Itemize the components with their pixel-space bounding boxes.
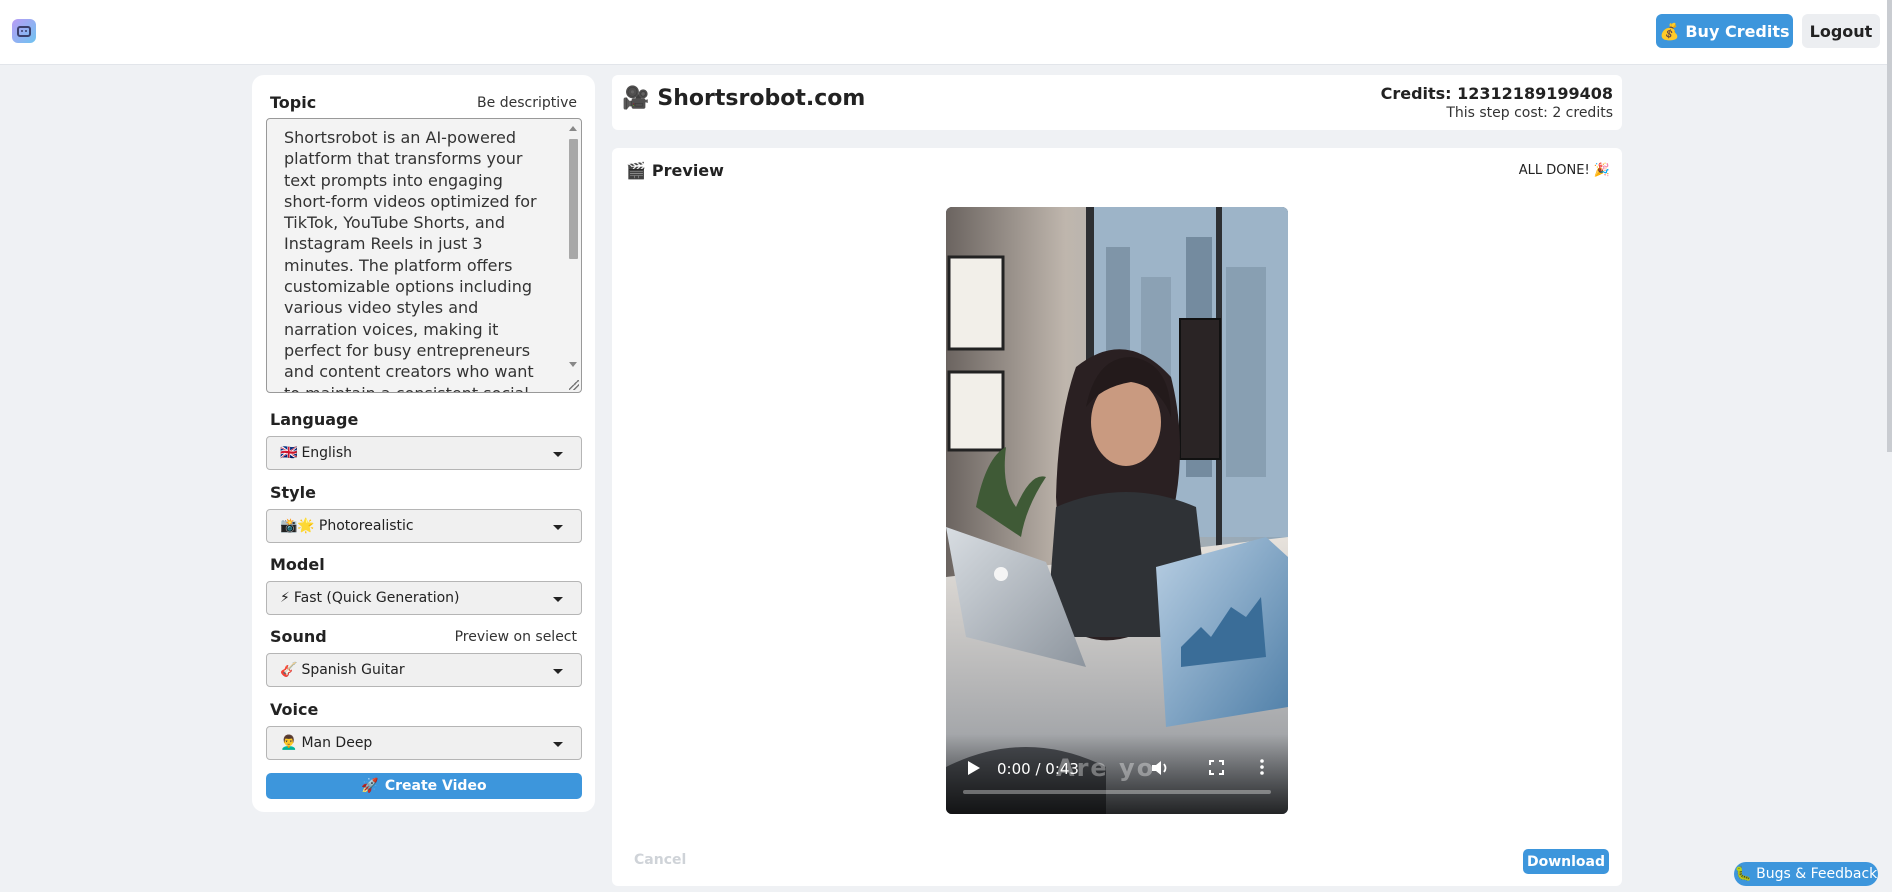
create-video-button[interactable]: 🚀 Create Video [266, 773, 582, 799]
logout-button[interactable]: Logout [1802, 14, 1880, 48]
cancel-button[interactable]: Cancel [634, 852, 686, 868]
play-icon[interactable] [968, 761, 980, 775]
lightning-icon: ⚡ [280, 590, 290, 606]
resize-grip-icon[interactable] [569, 380, 579, 390]
top-bar: 💰 Buy Credits Logout [0, 0, 1892, 65]
model-value: Fast (Quick Generation) [293, 590, 460, 606]
style-label: Style [270, 483, 316, 502]
uk-flag-icon: 🇬🇧 [280, 445, 298, 461]
model-select[interactable]: ⚡ Fast (Quick Generation) [266, 581, 582, 615]
video-progress-bar[interactable] [963, 790, 1271, 794]
site-header-card: 🎥 Shortsrobot.com Credits: 1231218919940… [612, 75, 1622, 130]
preview-card: 🎬 Preview ALL DONE! 🎉 0:00 / 0:43 Are yo… [612, 148, 1622, 886]
scroll-thumb[interactable] [569, 139, 578, 259]
sound-value: Spanish Guitar [301, 662, 405, 678]
bugs-feedback-button[interactable]: 🐛 Bugs & Feedback [1734, 862, 1878, 886]
voice-select[interactable]: 👨‍🦱 Man Deep [266, 726, 582, 760]
credits-balance: Credits: 12312189199408 [1380, 84, 1613, 103]
chevron-down-icon [553, 597, 563, 602]
language-label: Language [270, 410, 359, 429]
style-value: Photorealistic [318, 518, 414, 534]
video-camera-icon: 🎥 [622, 86, 650, 111]
guitar-icon: 🎸 [280, 662, 298, 678]
clapperboard-icon: 🎬 [626, 161, 646, 180]
voice-label: Voice [270, 700, 319, 719]
man-icon: 👨‍🦱 [280, 735, 298, 751]
video-settings-panel: Topic Be descriptive Shortsrobot is an A… [252, 75, 595, 812]
site-title-text: Shortsrobot.com [657, 86, 866, 111]
bug-icon: 🐛 [1734, 866, 1753, 882]
topic-textarea[interactable]: Shortsrobot is an AI-powered platform th… [266, 118, 582, 393]
buy-credits-button[interactable]: 💰 Buy Credits [1656, 14, 1793, 48]
page-scrollbar[interactable] [1887, 0, 1892, 452]
more-options-icon[interactable] [1260, 759, 1264, 775]
buy-credits-label: Buy Credits [1685, 21, 1790, 41]
chevron-down-icon [553, 452, 563, 457]
chevron-down-icon [553, 525, 563, 530]
status-text: ALL DONE! 🎉 [1518, 163, 1610, 178]
voice-value: Man Deep [301, 735, 373, 751]
topic-hint: Be descriptive [477, 95, 577, 111]
video-controls: 0:00 / 0:43 Are yo [946, 734, 1288, 814]
sound-hint: Preview on select [454, 629, 577, 645]
style-select[interactable]: 📸🌟 Photorealistic [266, 509, 582, 543]
video-caption: Are yo [1056, 754, 1156, 782]
sound-label: Sound [270, 627, 327, 646]
language-select[interactable]: 🇬🇧 English [266, 436, 582, 470]
scroll-down-icon[interactable] [569, 362, 577, 367]
topic-text: Shortsrobot is an AI-powered platform th… [284, 128, 537, 392]
app-logo-icon[interactable] [12, 19, 36, 43]
video-frame-image [946, 207, 1288, 814]
preview-title-text: Preview [651, 161, 724, 180]
volume-icon[interactable] [1151, 760, 1169, 776]
site-title: 🎥 Shortsrobot.com [622, 86, 865, 111]
chevron-down-icon [553, 742, 563, 747]
money-bag-icon: 💰 [1659, 21, 1680, 41]
topic-label: Topic [270, 93, 317, 112]
camera-star-icon: 📸🌟 [280, 518, 315, 534]
model-label: Model [270, 555, 325, 574]
chevron-down-icon [553, 669, 563, 674]
video-player[interactable]: 0:00 / 0:43 Are yo [946, 207, 1288, 814]
fullscreen-icon[interactable] [1209, 760, 1224, 775]
rocket-icon: 🚀 [361, 778, 379, 794]
create-video-label: Create Video [384, 778, 487, 794]
step-cost: This step cost: 2 credits [1446, 105, 1613, 121]
bugs-feedback-label: Bugs & Feedback [1756, 866, 1878, 882]
textarea-scrollbar[interactable] [567, 122, 579, 389]
preview-title: 🎬 Preview [626, 161, 724, 180]
scroll-up-icon[interactable] [569, 126, 577, 131]
sound-select[interactable]: 🎸 Spanish Guitar [266, 653, 582, 687]
language-value: English [301, 445, 352, 461]
download-button[interactable]: Download [1523, 849, 1609, 874]
